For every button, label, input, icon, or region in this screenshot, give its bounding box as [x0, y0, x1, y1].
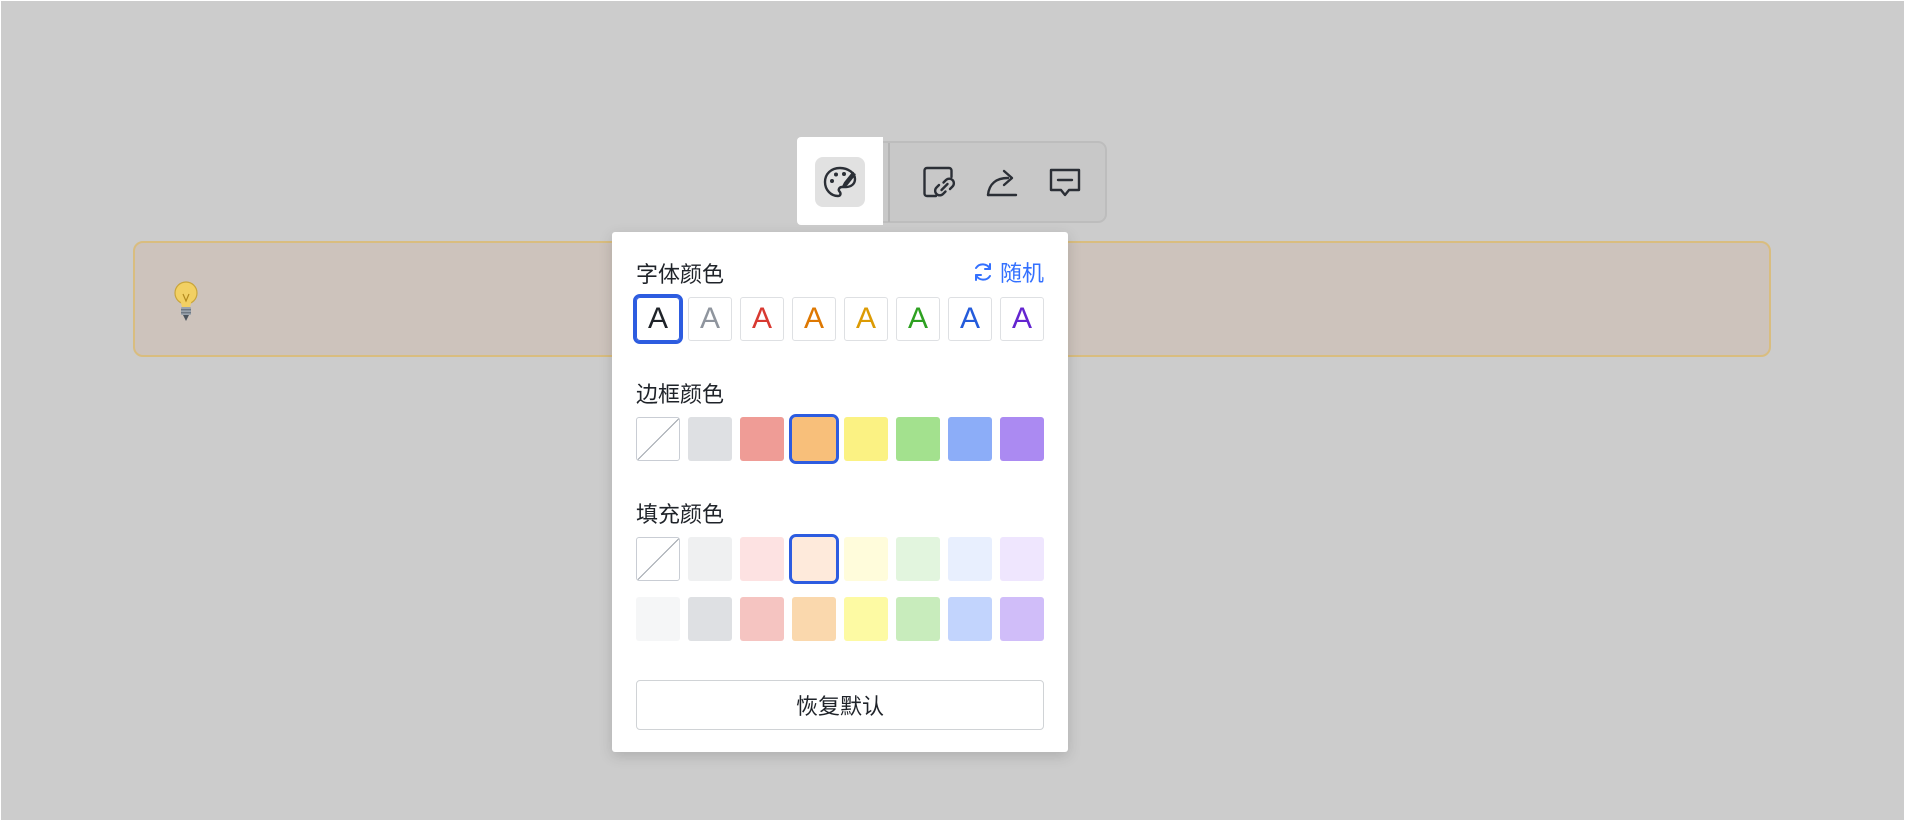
random-label: 随机	[999, 262, 1044, 287]
fill-color-swatch-5[interactable]	[896, 537, 940, 581]
fill-color-row-1	[636, 534, 1044, 584]
fill-color-none-swatch[interactable]	[636, 537, 680, 581]
copy-link-button[interactable]	[914, 157, 964, 207]
palette-icon	[823, 166, 857, 198]
refresh-icon	[974, 263, 991, 281]
border-color-swatch-1[interactable]	[688, 417, 732, 461]
font-color-swatch-2[interactable]: A	[740, 297, 784, 341]
color-palette-button[interactable]	[815, 157, 865, 207]
fill-color-swatch-4[interactable]	[844, 537, 888, 581]
border-color-swatch-5[interactable]	[896, 417, 940, 461]
comment-button[interactable]	[1040, 157, 1090, 207]
fill-color-strong-swatch-5[interactable]	[896, 597, 940, 641]
border-color-row	[636, 414, 1044, 464]
font-color-swatch-3[interactable]: A	[792, 297, 836, 341]
fill-color-strong-swatch-4[interactable]	[844, 597, 888, 641]
fill-color-strong-swatch-6[interactable]	[948, 597, 992, 641]
fill-color-swatch-7[interactable]	[1000, 537, 1044, 581]
fill-color-swatch-6[interactable]	[948, 537, 992, 581]
font-color-title: 字体颜色	[636, 263, 725, 288]
fill-color-row-2	[636, 597, 1044, 641]
comment-icon	[1049, 168, 1081, 197]
fill-color-swatch-3[interactable]	[789, 534, 839, 584]
font-color-swatch-5[interactable]: A	[896, 297, 940, 341]
border-color-swatch-3[interactable]	[789, 414, 839, 464]
fill-color-title: 填充颜色	[636, 503, 725, 528]
restore-default-button[interactable]: 恢复默认	[636, 680, 1044, 730]
fill-color-strong-swatch-0[interactable]	[636, 597, 680, 641]
border-color-none-swatch[interactable]	[636, 417, 680, 461]
fill-color-swatch-2[interactable]	[740, 537, 784, 581]
toolbar-divider	[888, 143, 890, 222]
random-color-button[interactable]: 随机	[972, 256, 1044, 288]
font-color-swatch-1[interactable]: A	[688, 297, 732, 341]
border-color-swatch-7[interactable]	[1000, 417, 1044, 461]
share-button[interactable]	[977, 157, 1027, 207]
fill-color-strong-swatch-3[interactable]	[792, 597, 836, 641]
fill-color-swatch-1[interactable]	[688, 537, 732, 581]
font-color-swatch-4[interactable]: A	[844, 297, 888, 341]
border-color-title: 边框颜色	[636, 383, 725, 408]
lightbulb-icon	[174, 281, 198, 321]
color-picker-panel: 字体颜色 随机 AAAAAAAA 边框颜色 填充颜色 恢复默认	[612, 232, 1068, 752]
font-color-swatch-6[interactable]: A	[948, 297, 992, 341]
font-color-swatch-0[interactable]: A	[633, 294, 683, 344]
fill-color-strong-swatch-7[interactable]	[1000, 597, 1044, 641]
link-icon	[923, 166, 956, 198]
font-color-swatch-7[interactable]: A	[1000, 297, 1044, 341]
share-arrow-icon	[986, 169, 1018, 197]
border-color-swatch-2[interactable]	[740, 417, 784, 461]
fill-color-strong-swatch-2[interactable]	[740, 597, 784, 641]
font-color-row: AAAAAAAA	[633, 294, 1044, 344]
fill-color-strong-swatch-1[interactable]	[688, 597, 732, 641]
border-color-swatch-6[interactable]	[948, 417, 992, 461]
border-color-swatch-4[interactable]	[844, 417, 888, 461]
